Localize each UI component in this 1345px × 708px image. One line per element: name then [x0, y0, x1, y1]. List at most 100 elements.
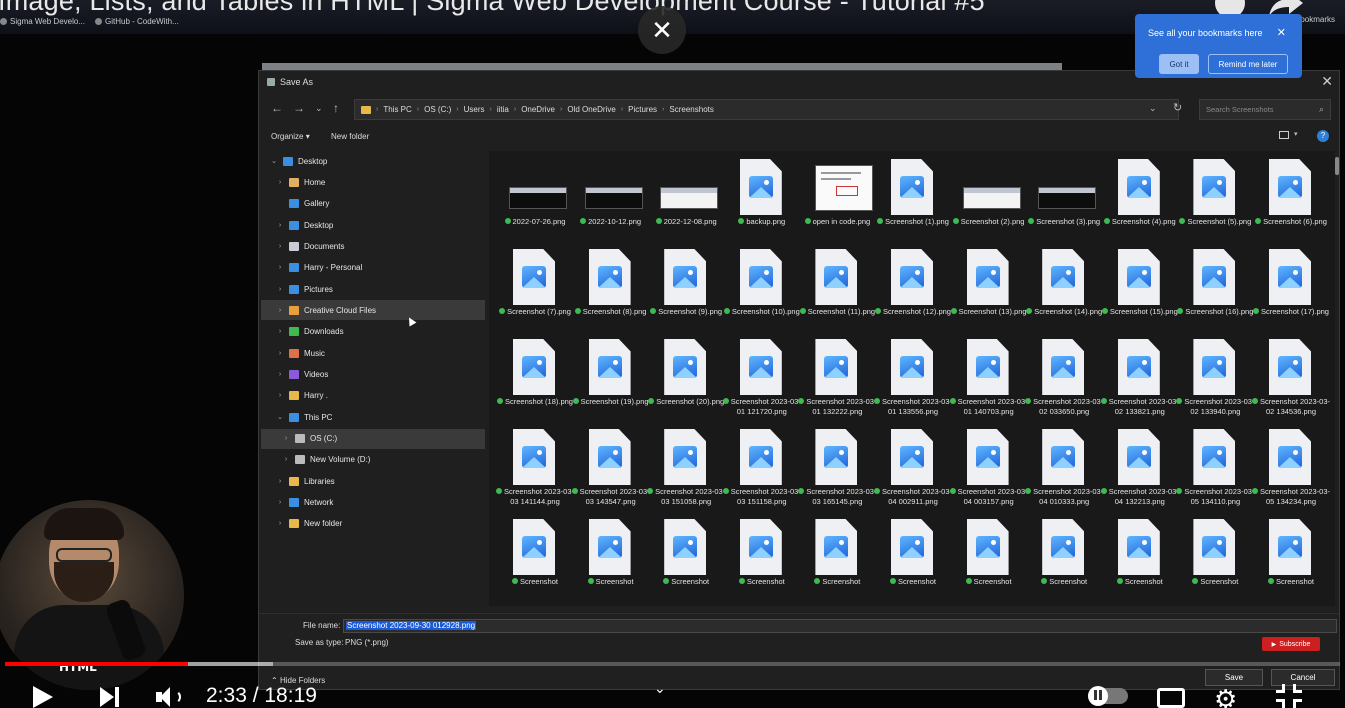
file-item[interactable]: Screenshot 2023-03-04 003157.png: [949, 423, 1028, 509]
play-icon[interactable]: [33, 686, 53, 708]
file-item[interactable]: Screenshot (15).png: [1101, 243, 1178, 329]
volume-icon[interactable]: [156, 686, 184, 708]
file-item[interactable]: 2022-12-08.png: [652, 153, 720, 239]
remind-later-button[interactable]: Remind me later: [1208, 54, 1288, 74]
recent-locations-chevron-icon[interactable]: ⌄: [315, 103, 323, 114]
sidebar-item[interactable]: ⌄ This PC: [261, 407, 485, 427]
sidebar-item[interactable]: › Videos: [261, 365, 485, 385]
file-item[interactable]: Screenshot (2).png: [952, 153, 1024, 239]
collapse-chevron-icon[interactable]: ›: [275, 222, 285, 229]
file-name-field[interactable]: Screenshot 2023-09-30 012928.png: [343, 619, 1337, 633]
organize-menu[interactable]: Organize ▾: [271, 132, 310, 141]
file-item[interactable]: Screenshot (18).png: [497, 333, 573, 419]
sidebar-item[interactable]: › Harry - Personal: [261, 258, 485, 278]
next-icon[interactable]: [100, 687, 120, 707]
collapse-chevron-icon[interactable]: ›: [281, 456, 291, 463]
got-it-button[interactable]: Got it: [1159, 54, 1199, 74]
popup-close-icon[interactable]: ✕: [1277, 26, 1286, 39]
file-item[interactable]: Screenshot 2023-03-04 132213.png: [1100, 423, 1179, 509]
file-item[interactable]: Screenshot 2023-03-02 033650.png: [1025, 333, 1103, 419]
collapse-chevron-icon[interactable]: ›: [275, 307, 285, 314]
collapse-chevron-icon[interactable]: ›: [275, 520, 285, 527]
file-item[interactable]: 2022-07-26.png: [501, 153, 569, 239]
collapse-chevron-icon[interactable]: ›: [275, 350, 285, 357]
sidebar-item[interactable]: Gallery: [261, 194, 485, 214]
save-as-type-select[interactable]: PNG (*.png): [343, 636, 1337, 650]
captions-icon[interactable]: [1157, 688, 1185, 708]
exit-fullscreen-icon[interactable]: [1276, 684, 1302, 708]
collapse-chevron-icon[interactable]: ›: [281, 435, 291, 442]
sidebar-item[interactable]: › New Volume (D:): [261, 450, 485, 470]
file-item[interactable]: Screenshot: [1257, 513, 1325, 599]
sidebar-item[interactable]: › Creative Cloud Files: [261, 300, 485, 321]
file-item[interactable]: Screenshot: [1181, 513, 1249, 599]
sidebar-item[interactable]: › Network: [261, 493, 485, 513]
sidebar-item[interactable]: › New folder: [261, 514, 485, 534]
file-item[interactable]: Screenshot: [728, 513, 796, 599]
file-item[interactable]: Screenshot (12).png: [875, 243, 951, 329]
sidebar-item[interactable]: › Libraries: [261, 471, 485, 491]
file-item[interactable]: Screenshot (3).png: [1028, 153, 1100, 239]
dialog-close-icon[interactable]: ✕: [1321, 73, 1333, 90]
file-item[interactable]: Screenshot (10).png: [723, 243, 800, 329]
file-item[interactable]: Screenshot (1).png: [877, 153, 949, 239]
collapse-chevron-icon[interactable]: ›: [275, 392, 285, 399]
new-folder-button[interactable]: New folder: [331, 132, 369, 141]
file-item[interactable]: Screenshot 2023-03-03 151158.png: [722, 423, 801, 509]
file-item[interactable]: Screenshot 2023-03-02 133821.png: [1100, 333, 1179, 419]
collapse-chevron-icon[interactable]: ›: [275, 243, 285, 250]
breadcrumb-item[interactable]: iitia: [497, 105, 509, 114]
file-item[interactable]: Screenshot: [577, 513, 645, 599]
refresh-icon[interactable]: ↻: [1173, 101, 1182, 114]
collapse-chevron-icon[interactable]: ›: [275, 478, 285, 485]
collapse-chevron-icon[interactable]: ›: [275, 328, 285, 335]
file-item[interactable]: Screenshot (8).png: [574, 243, 646, 329]
breadcrumb-item[interactable]: Pictures: [628, 105, 657, 114]
file-item[interactable]: Screenshot (14).png: [1026, 243, 1102, 329]
file-item[interactable]: Screenshot (19).png: [572, 333, 649, 419]
chevron-down-icon[interactable]: ⌄: [654, 680, 666, 697]
sidebar-item[interactable]: › Pictures: [261, 279, 485, 299]
file-item[interactable]: Screenshot: [501, 513, 569, 599]
file-item[interactable]: Screenshot 2023-03-04 002911.png: [873, 423, 952, 509]
file-item[interactable]: Screenshot (4).png: [1103, 153, 1176, 239]
close-icon[interactable]: ✕: [638, 6, 686, 54]
file-item[interactable]: Screenshot: [955, 513, 1023, 599]
file-item[interactable]: Screenshot 2023-03-03 143547.png: [571, 423, 650, 509]
sidebar-item[interactable]: ⌄ Desktop: [261, 151, 485, 171]
view-dropdown-icon[interactable]: ▾: [1294, 130, 1298, 138]
sidebar-item[interactable]: › Music: [261, 343, 485, 363]
file-item[interactable]: Screenshot 2023-03-03 151058.png: [647, 423, 725, 509]
file-item[interactable]: Screenshot: [879, 513, 947, 599]
expand-chevron-icon[interactable]: ⌄: [269, 157, 279, 165]
file-item[interactable]: Screenshot: [652, 513, 720, 599]
subscribe-watermark[interactable]: ▶ Subscribe: [1262, 637, 1320, 651]
file-item[interactable]: Screenshot 2023-03-01 121720.png: [722, 333, 801, 419]
file-item[interactable]: Screenshot: [803, 513, 871, 599]
file-item[interactable]: Screenshot 2023-03-04 010333.png: [1025, 423, 1103, 509]
file-item[interactable]: Screenshot (13).png: [950, 243, 1027, 329]
sidebar-item[interactable]: › Desktop: [261, 215, 485, 235]
bookmark-item[interactable]: GitHub - CodeWith...: [95, 14, 179, 28]
address-bar[interactable]: › This PC › OS (C:) › Users › iitia › OneDri…: [354, 99, 1179, 120]
expand-chevron-icon[interactable]: ⌄: [275, 413, 285, 421]
gear-icon[interactable]: ⚙: [1214, 684, 1237, 708]
view-mode-icon[interactable]: [1279, 131, 1289, 139]
file-item[interactable]: Screenshot (7).png: [499, 243, 571, 329]
file-item[interactable]: Screenshot 2023-03-03 141144.png: [495, 423, 574, 509]
file-item[interactable]: open in code.png: [803, 153, 874, 239]
file-item[interactable]: Screenshot 2023-03-05 134110.png: [1176, 423, 1254, 509]
search-input[interactable]: Search Screenshots ⌕: [1199, 99, 1331, 120]
autoplay-toggle[interactable]: [1088, 686, 1128, 706]
sidebar-item[interactable]: › OS (C:): [261, 428, 485, 449]
sidebar-item[interactable]: › Home: [261, 172, 485, 192]
collapse-chevron-icon[interactable]: ›: [275, 286, 285, 293]
file-item[interactable]: Screenshot 2023-03-01 133556.png: [873, 333, 952, 419]
address-history-chevron-icon[interactable]: ⌄: [1149, 103, 1157, 114]
file-list-scrollbar[interactable]: [1335, 157, 1339, 175]
forward-arrow-icon[interactable]: →: [293, 101, 305, 115]
file-item[interactable]: Screenshot (11).png: [799, 243, 875, 329]
breadcrumb-item[interactable]: OS (C:): [424, 105, 451, 114]
collapse-chevron-icon[interactable]: ›: [275, 179, 285, 186]
collapse-chevron-icon[interactable]: ›: [275, 371, 285, 378]
